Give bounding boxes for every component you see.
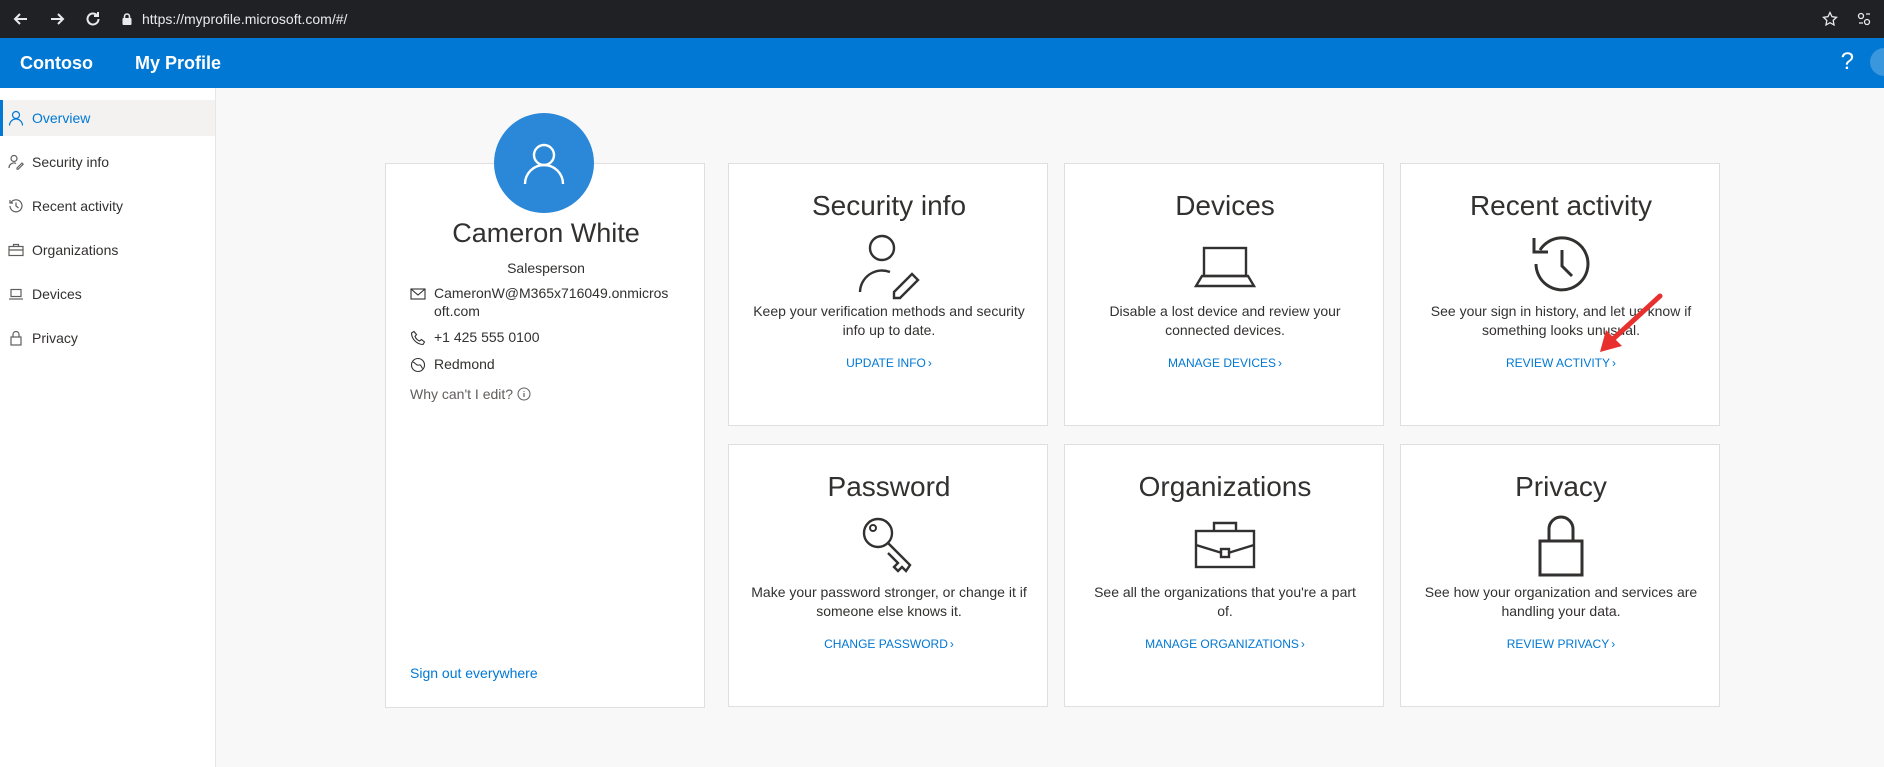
sidebar-item-label: Devices bbox=[32, 286, 82, 302]
tile-description: See your sign in history, and let us kno… bbox=[1430, 303, 1692, 338]
tile-description: Disable a lost device and review your co… bbox=[1109, 303, 1341, 338]
lock-icon bbox=[122, 13, 132, 25]
tile-description: See all the organizations that you're a … bbox=[1094, 584, 1356, 619]
link-text: MANAGE DEVICES bbox=[1167, 356, 1277, 370]
lock-icon bbox=[1538, 515, 1584, 577]
sidebar-item-devices[interactable]: Devices bbox=[0, 276, 215, 312]
profile-phone: +1 425 555 0100 bbox=[410, 328, 690, 346]
reload-button[interactable] bbox=[78, 4, 108, 34]
sign-out-everywhere-link[interactable]: Sign out everywhere bbox=[410, 665, 538, 681]
tile-title: Password bbox=[827, 471, 951, 502]
sidebar-item-overview[interactable]: Overview bbox=[0, 100, 215, 136]
link-text: MANAGE ORGANIZATIONS bbox=[1145, 637, 1299, 651]
chevron-right-icon: › bbox=[949, 637, 954, 651]
tile-password: Password Make your password stronger, or… bbox=[728, 444, 1048, 707]
lock-icon bbox=[10, 330, 22, 346]
account-avatar[interactable] bbox=[1870, 48, 1884, 76]
person-icon bbox=[523, 143, 565, 185]
tile-recent-activity: Recent activity See your sign in history… bbox=[1400, 163, 1720, 426]
profile-location-text: Redmond bbox=[434, 356, 495, 372]
tile-security-info: Security info Keep your verification met… bbox=[728, 163, 1048, 426]
tile-title: Security info bbox=[811, 190, 967, 221]
tile-organizations: Organizations See all the organizations … bbox=[1064, 444, 1384, 707]
why-cant-edit-text: Why can't I edit? bbox=[410, 386, 514, 402]
tile-description: Make your password stronger, or change i… bbox=[751, 584, 1027, 619]
sidebar-nav: Overview Security info Recent activity O… bbox=[0, 88, 216, 767]
arrow-right-icon bbox=[51, 13, 65, 25]
link-text: UPDATE INFO bbox=[846, 356, 926, 370]
profile-email-text: CameronW@M365x716049.onmicrosoft.com bbox=[434, 285, 669, 319]
person-edit-icon bbox=[858, 234, 920, 300]
forward-button[interactable] bbox=[42, 4, 72, 34]
browser-toolbar: https://myprofile.microsoft.com/#/ bbox=[0, 0, 1884, 38]
tile-title: Organizations bbox=[1138, 471, 1312, 502]
why-cant-edit-link[interactable]: Why can't I edit? bbox=[410, 386, 531, 402]
address-bar[interactable]: https://myprofile.microsoft.com/#/ bbox=[116, 6, 1786, 32]
tile-description: Keep your verification methods and secur… bbox=[753, 303, 1025, 338]
sidebar-item-label: Overview bbox=[32, 110, 91, 126]
review-activity-link[interactable]: REVIEW ACTIVITY › bbox=[1401, 356, 1721, 370]
chevron-right-icon: › bbox=[1612, 356, 1616, 370]
manage-organizations-link[interactable]: MANAGE ORGANIZATIONS › bbox=[1065, 637, 1385, 651]
chevron-right-icon: › bbox=[927, 356, 932, 370]
profile-role: Salesperson bbox=[507, 260, 585, 276]
url-text: https://myprofile.microsoft.com/#/ bbox=[142, 11, 348, 27]
sidebar-item-security-info[interactable]: Security info bbox=[0, 144, 215, 180]
chevron-right-icon: › bbox=[1300, 637, 1305, 651]
tile-description: See how your organization and services a… bbox=[1424, 584, 1698, 619]
briefcase-icon bbox=[8, 243, 24, 257]
back-button[interactable] bbox=[6, 4, 36, 34]
sidebar-item-label: Privacy bbox=[32, 330, 78, 346]
profile-email: CameronW@M365x716049.onmicrosoft.com bbox=[410, 284, 690, 320]
history-icon bbox=[9, 199, 23, 213]
profile-location: Redmond bbox=[410, 355, 690, 373]
change-password-link[interactable]: CHANGE PASSWORD › bbox=[729, 637, 1049, 651]
person-edit-icon bbox=[8, 154, 24, 170]
profile-avatar bbox=[494, 113, 594, 213]
sidebar-item-label: Security info bbox=[32, 154, 110, 170]
link-text: CHANGE PASSWORD bbox=[824, 637, 948, 651]
person-icon bbox=[8, 110, 24, 126]
star-icon[interactable] bbox=[1822, 11, 1838, 27]
update-info-link[interactable]: UPDATE INFO › bbox=[729, 356, 1049, 370]
profile-card: Cameron White Salesperson CameronW@M365x… bbox=[385, 163, 705, 708]
sidebar-item-label: Organizations bbox=[32, 242, 119, 258]
profile-phone-text: +1 425 555 0100 bbox=[434, 329, 540, 345]
sidebar-item-label: Recent activity bbox=[32, 198, 124, 214]
phone-icon bbox=[410, 330, 426, 346]
history-icon bbox=[1532, 236, 1590, 292]
chevron-right-icon: › bbox=[1278, 356, 1283, 370]
sidebar-item-recent-activity[interactable]: Recent activity bbox=[0, 188, 215, 224]
link-text: REVIEW PRIVACY bbox=[1506, 637, 1610, 651]
info-icon bbox=[517, 387, 531, 401]
brand-name[interactable]: Contoso bbox=[20, 53, 93, 74]
help-icon[interactable]: ? bbox=[1841, 48, 1854, 76]
sidebar-item-privacy[interactable]: Privacy bbox=[0, 320, 215, 356]
tile-title: Devices bbox=[1175, 190, 1275, 221]
chevron-right-icon: › bbox=[1611, 637, 1616, 651]
app-header: Contoso My Profile ? bbox=[0, 38, 1884, 88]
globe-icon bbox=[410, 357, 426, 373]
briefcase-icon bbox=[1194, 521, 1256, 569]
laptop-icon bbox=[1193, 246, 1257, 288]
tile-title: Recent activity bbox=[1469, 190, 1653, 221]
profile-name: Cameron White bbox=[452, 218, 640, 248]
laptop-icon bbox=[9, 288, 23, 300]
review-privacy-link[interactable]: REVIEW PRIVACY › bbox=[1401, 637, 1721, 651]
tile-privacy: Privacy See how your organization and se… bbox=[1400, 444, 1720, 707]
manage-devices-link[interactable]: MANAGE DEVICES › bbox=[1065, 356, 1385, 370]
reload-icon bbox=[86, 12, 100, 26]
tile-title: Privacy bbox=[1515, 471, 1607, 502]
mail-icon bbox=[410, 288, 426, 300]
tile-devices: Devices Disable a lost device and review… bbox=[1064, 163, 1384, 426]
sidebar-item-organizations[interactable]: Organizations bbox=[0, 232, 215, 268]
extension-icon[interactable] bbox=[1856, 11, 1872, 27]
app-title[interactable]: My Profile bbox=[135, 53, 221, 74]
link-text: REVIEW ACTIVITY bbox=[1505, 356, 1610, 370]
key-icon bbox=[862, 517, 912, 573]
arrow-left-icon bbox=[13, 13, 27, 25]
